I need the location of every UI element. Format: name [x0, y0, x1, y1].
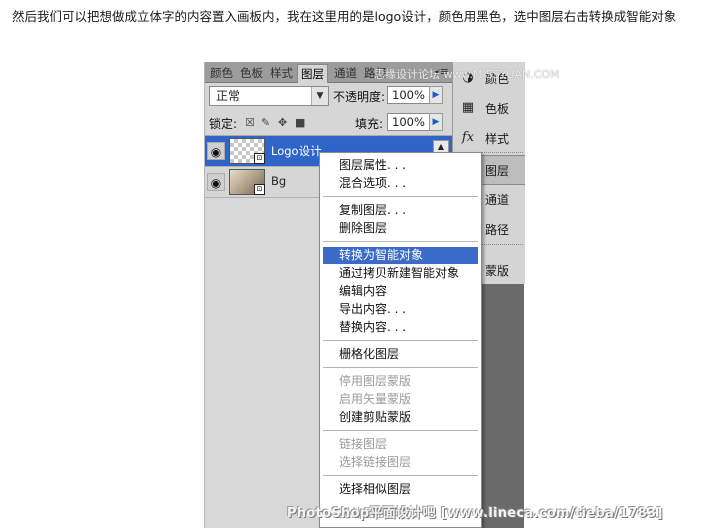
dock-item-styles[interactable]: fx 样式: [453, 124, 525, 152]
menu-item-create-clipping-mask[interactable]: 创建剪贴蒙版: [323, 409, 478, 426]
fill-label: 填充:: [355, 117, 384, 131]
watermark-top: 思缘设计论坛 www.MISSYUAN.COM: [374, 68, 560, 81]
dock-item-swatches[interactable]: ▦ 色板: [453, 94, 525, 122]
layer-context-menu: 图层属性. . . 混合选项. . . 复制图层. . . 删除图层 转换为智能…: [319, 152, 482, 528]
menu-item-select-linked-layers: 选择链接图层: [339, 455, 412, 469]
tab-color[interactable]: 颜色: [207, 64, 236, 82]
tab-styles[interactable]: 样式: [267, 64, 296, 82]
menu-item-delete-layer[interactable]: 删除图层: [323, 220, 478, 237]
layer-thumbnail: ⊡: [229, 138, 265, 164]
fill-arrow-icon[interactable]: ▶: [429, 113, 443, 131]
styles-icon: fx: [461, 130, 475, 145]
menu-divider: [323, 430, 478, 431]
blend-row: 正常 ▼ 不透明度: 100% ▶: [205, 83, 453, 111]
menu-item-layer-properties[interactable]: 图层属性. . .: [323, 157, 478, 174]
tab-channels[interactable]: 通道: [331, 64, 360, 82]
eye-icon[interactable]: ◉: [207, 173, 225, 191]
smart-object-badge-icon: ⊡: [254, 153, 265, 164]
menu-item-export-contents[interactable]: 导出内容. . .: [323, 301, 478, 318]
menu-divider: [323, 475, 478, 476]
lock-transparency-icon[interactable]: ☒: [245, 116, 255, 129]
menu-item-link-layers: 链接图层: [339, 437, 388, 451]
menu-divider: [323, 340, 478, 341]
swatches-icon: ▦: [461, 100, 475, 115]
dock-divider: [481, 244, 523, 249]
dock-item-label: 样式: [485, 132, 510, 146]
menu-item-replace-contents[interactable]: 替换内容. . .: [323, 319, 478, 336]
chevron-down-icon: ▼: [311, 87, 328, 105]
menu-item-edit-contents[interactable]: 编辑内容: [323, 283, 478, 300]
lock-row: 锁定: ☒ ✎ ✥ ■ 填充: 100% ▶: [205, 111, 453, 136]
dock-item-label: 路径: [485, 223, 510, 237]
tab-swatches[interactable]: 色板: [237, 64, 266, 82]
watermark-bottom: PhotoShop平面设计吧 [www.lineca.com/tieba/178…: [287, 506, 663, 521]
lock-all-icon[interactable]: ■: [295, 116, 305, 129]
menu-item-select-similar-layers[interactable]: 选择相似图层: [323, 481, 478, 498]
lock-brush-icon[interactable]: ✎: [261, 116, 270, 129]
tab-layers[interactable]: 图层: [297, 64, 328, 83]
blend-mode-select[interactable]: 正常 ▼: [209, 86, 329, 106]
lock-move-icon[interactable]: ✥: [278, 116, 287, 129]
menu-divider: [323, 196, 478, 197]
eye-icon[interactable]: ◉: [207, 142, 225, 160]
blend-mode-value: 正常: [216, 89, 241, 103]
menu-divider: [323, 367, 478, 368]
menu-item-new-smart-object-via-copy[interactable]: 通过拷贝新建智能对象: [323, 265, 478, 282]
dock-item-label: 图层: [485, 164, 510, 178]
dock-item-label: 通道: [485, 193, 510, 207]
menu-divider: [323, 241, 478, 242]
opacity-arrow-icon[interactable]: ▶: [429, 86, 443, 104]
menu-item-blending-options[interactable]: 混合选项. . .: [323, 175, 478, 192]
intro-paragraph: 然后我们可以把想做成立体字的内容置入画板内，我在这里用的是logo设计，颜色用黑…: [12, 9, 677, 24]
opacity-label: 不透明度:: [333, 90, 386, 104]
menu-item-rasterize-layer[interactable]: 栅格化图层: [323, 346, 478, 363]
layer-thumbnail: ⊡: [229, 169, 265, 195]
menu-item-disable-layer-mask: 停用图层蒙版: [339, 374, 412, 388]
lock-label: 锁定:: [209, 117, 238, 131]
dock-item-label: 蒙版: [485, 264, 510, 278]
menu-item-convert-to-smart-object[interactable]: 转换为智能对象: [323, 247, 478, 264]
smart-object-badge-icon: ⊡: [254, 184, 265, 195]
layer-name: Logo设计: [271, 144, 322, 158]
menu-item-enable-vector-mask: 启用矢量蒙版: [339, 392, 412, 406]
dock-item-label: 色板: [485, 102, 510, 116]
layer-name: Bg: [271, 174, 287, 188]
menu-item-duplicate-layer[interactable]: 复制图层. . .: [323, 202, 478, 219]
